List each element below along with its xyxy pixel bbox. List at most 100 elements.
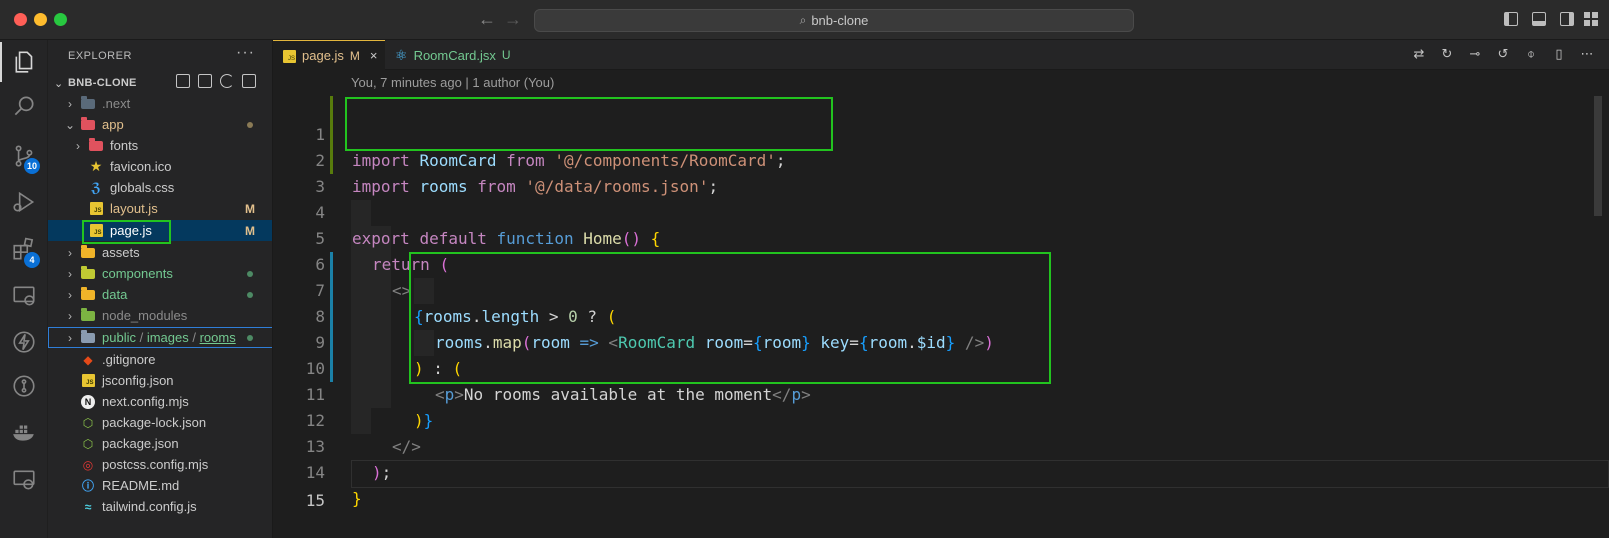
code-line-11: 11 )} xyxy=(273,356,1573,430)
lightning-icon[interactable] xyxy=(0,322,48,362)
tailwind-icon: ≈ xyxy=(84,499,92,514)
chevron-down-icon: ⌄ xyxy=(54,77,64,90)
explorer-title: EXPLORER xyxy=(68,50,132,62)
react-icon: ⚛ xyxy=(395,46,408,63)
split-editor-icon[interactable]: ▯ xyxy=(1551,46,1567,62)
tree-item-components[interactable]: › components xyxy=(48,263,272,284)
remote-explorer-icon[interactable] xyxy=(0,276,48,316)
activity-bar: 10 4 xyxy=(0,40,48,538)
tree-item-gitignore[interactable]: ◆ .gitignore xyxy=(48,349,272,370)
search-icon[interactable] xyxy=(0,86,48,126)
chevron-right-icon: › xyxy=(68,287,72,302)
js-file-icon: JS xyxy=(80,374,96,388)
forward-arrow-icon[interactable]: → xyxy=(504,9,522,29)
tree-item-public-images-rooms[interactable]: › public / images / rooms xyxy=(48,327,272,348)
run-debug-icon[interactable] xyxy=(0,182,48,222)
next-change-icon[interactable]: ↺ xyxy=(1495,46,1511,62)
code-line-13: 13 ); xyxy=(273,408,1573,482)
code-line-9: 9 ) : ( xyxy=(273,304,1573,378)
info-icon: ⓘ xyxy=(81,479,94,493)
source-control-badge: 10 xyxy=(24,158,41,174)
tree-item-favicon[interactable]: ★ favicon.ico xyxy=(48,156,272,177)
customize-layout-icon[interactable] xyxy=(1584,12,1598,26)
folder-icon xyxy=(80,307,96,323)
tree-item-globals-css[interactable]: ℨ globals.css xyxy=(48,177,272,198)
tree-item-package-json[interactable]: ⬡ package.json xyxy=(48,433,272,454)
folder-icon xyxy=(80,329,96,345)
tree-item-label: .next xyxy=(102,96,131,111)
tree-item-postcss-config[interactable]: ◎ postcss.config.mjs xyxy=(48,454,272,475)
git-lens-icon[interactable]: ⌽ xyxy=(1523,46,1539,62)
minimize-window-button[interactable] xyxy=(34,13,47,26)
tree-item-tailwind-config[interactable]: ≈ tailwind.config.js xyxy=(48,496,272,517)
git-commit-icon[interactable]: ⊸ xyxy=(1467,46,1483,62)
path-segment-rooms: rooms xyxy=(199,330,236,345)
tree-item-package-lock[interactable]: ⬡ package-lock.json xyxy=(48,412,272,433)
toggle-panel-icon[interactable] xyxy=(1532,12,1546,26)
close-tab-icon[interactable]: × xyxy=(370,48,378,63)
collapse-all-icon[interactable] xyxy=(242,74,256,88)
scrollbar-thumb[interactable] xyxy=(1594,96,1602,216)
toggle-secondary-sidebar-icon[interactable] xyxy=(1560,12,1574,26)
refresh-icon[interactable] xyxy=(220,74,234,88)
star-icon: ★ xyxy=(89,158,103,174)
tree-item-node-modules[interactable]: › node_modules xyxy=(48,305,272,326)
remote-connection-icon[interactable] xyxy=(0,460,48,500)
tree-item-app[interactable]: ⌄ app xyxy=(48,114,272,135)
postcss-icon: ◎ xyxy=(82,457,94,472)
git-graph-icon[interactable] xyxy=(0,366,48,406)
tree-item-page-js[interactable]: JS page.js M xyxy=(48,220,272,241)
back-arrow-icon[interactable]: ← xyxy=(478,9,496,29)
tab-label: RoomCard.jsx xyxy=(413,47,496,63)
code-line-5: 5 return ( xyxy=(273,200,1573,274)
command-center-search[interactable]: ⌕ bnb-clone xyxy=(534,9,1134,32)
tree-item-label: README.md xyxy=(102,478,180,493)
css-file-icon: ℨ xyxy=(91,179,101,195)
tree-item-next-config[interactable]: N next.config.mjs xyxy=(48,391,272,412)
more-actions-icon[interactable]: ⋯ xyxy=(1579,46,1595,62)
tree-item-data[interactable]: › data xyxy=(48,284,272,305)
nodejs-icon: ⬡ xyxy=(82,436,94,451)
git-status-badge: M xyxy=(245,201,255,216)
extensions-icon[interactable]: 4 xyxy=(0,230,48,270)
line-number: 15 xyxy=(305,491,325,510)
close-window-button[interactable] xyxy=(14,13,27,26)
tree-item-label: favicon.ico xyxy=(110,159,172,174)
untracked-dot xyxy=(247,270,253,277)
code-editor[interactable]: 1 import RoomCard from '@/components/Roo… xyxy=(273,96,1609,538)
new-folder-icon[interactable] xyxy=(198,74,212,88)
chevron-right-icon: › xyxy=(68,308,72,323)
tree-item-label: jsconfig.json xyxy=(102,373,174,388)
docker-icon[interactable] xyxy=(0,412,48,452)
extensions-badge: 4 xyxy=(24,252,40,268)
tree-item-layout-js[interactable]: JS layout.js M xyxy=(48,198,272,219)
more-actions-icon[interactable]: ··· xyxy=(236,44,255,62)
git-blame-codelens[interactable]: You, 7 minutes ago | 1 author (You) xyxy=(351,75,554,90)
tree-item-next[interactable]: › .next xyxy=(48,93,272,114)
code-line-1: 1 import RoomCard from '@/components/Roo… xyxy=(273,96,1573,170)
maximize-window-button[interactable] xyxy=(54,13,67,26)
tree-item-label: components xyxy=(102,266,173,281)
tree-item-readme[interactable]: ⓘ README.md xyxy=(48,475,272,496)
code-line-14: 14 } xyxy=(273,434,1573,508)
new-file-icon[interactable] xyxy=(176,74,190,88)
folder-icon xyxy=(88,137,104,153)
tree-item-fonts[interactable]: › fonts xyxy=(48,135,272,156)
source-control-icon[interactable]: 10 xyxy=(0,136,48,176)
code-line-7: 7 {rooms.length > 0 ? ( xyxy=(273,252,1573,326)
tree-item-jsconfig[interactable]: JS jsconfig.json xyxy=(48,370,272,391)
tab-roomcard-jsx[interactable]: ⚛ RoomCard.jsx U xyxy=(385,40,525,70)
tab-status: M xyxy=(349,48,360,63)
editor-actions: ⇄ ↻ ⊸ ↺ ⌽ ▯ ⋯ xyxy=(1411,46,1595,62)
tree-item-label: package.json xyxy=(102,436,179,451)
open-changes-icon[interactable]: ↻ xyxy=(1439,46,1455,62)
editor-tab-bar: JS page.js M × ⚛ RoomCard.jsx U ⇄ ↻ ⊸ ↺ … xyxy=(273,40,1609,70)
chevron-right-icon: › xyxy=(68,266,72,281)
code-line-10: 10 <p>No rooms available at the moment</… xyxy=(273,330,1573,404)
explorer-icon[interactable] xyxy=(0,42,48,82)
tree-item-assets[interactable]: › assets xyxy=(48,242,272,263)
tab-page-js[interactable]: JS page.js M × xyxy=(273,40,385,70)
tree-item-label: page.js xyxy=(110,223,152,238)
compare-changes-icon[interactable]: ⇄ xyxy=(1411,46,1427,62)
toggle-primary-sidebar-icon[interactable] xyxy=(1504,12,1518,26)
